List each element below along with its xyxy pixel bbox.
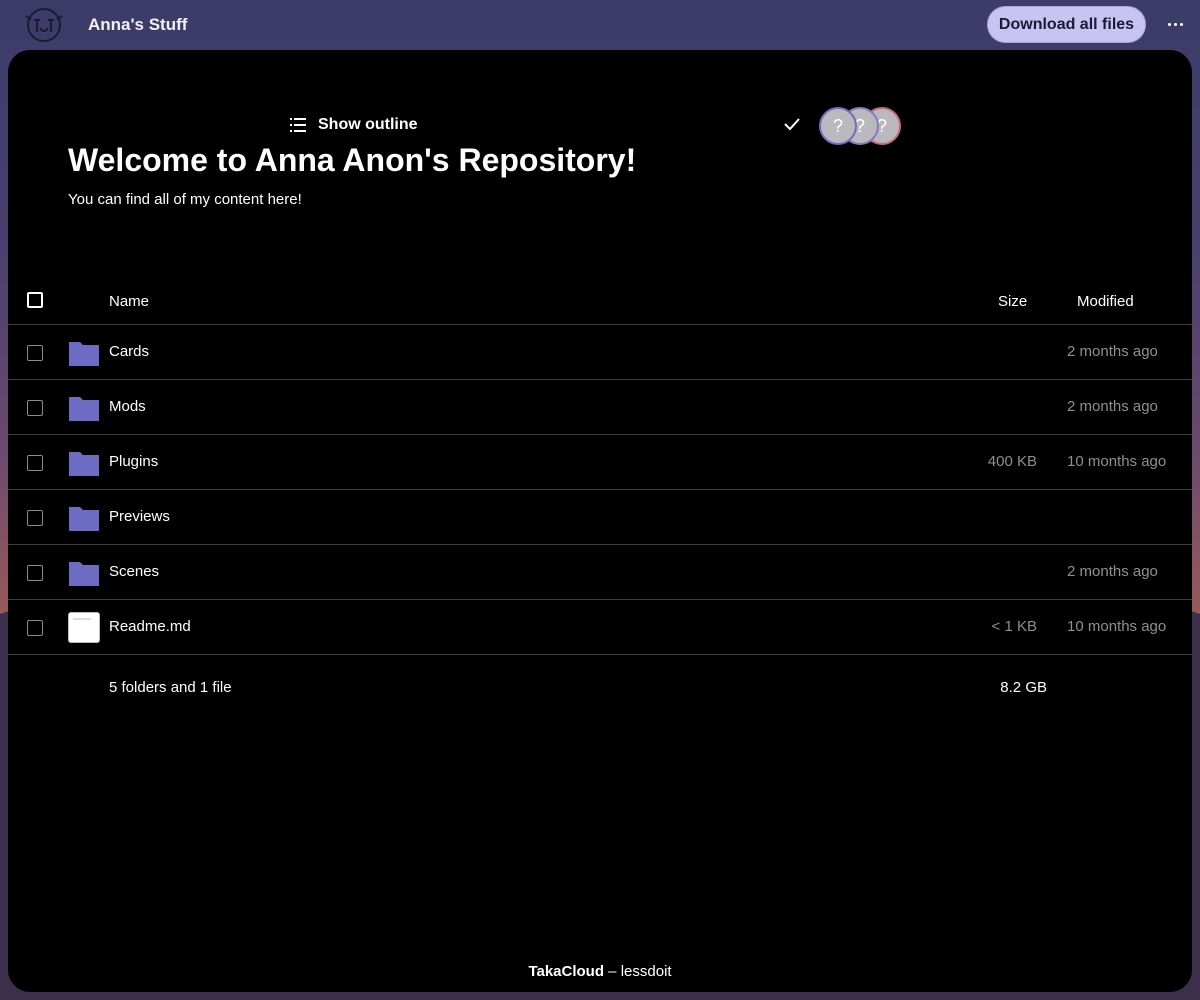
table-row[interactable]: Previews bbox=[8, 490, 1192, 545]
list-icon bbox=[290, 118, 306, 132]
folder-stack-logo-icon[interactable] bbox=[22, 6, 66, 44]
row-checkbox[interactable] bbox=[27, 510, 43, 526]
folder-icon bbox=[69, 342, 99, 366]
footer-tagline: lessdoit bbox=[620, 963, 672, 980]
table-summary: 5 folders and 1 file 8.2 GB bbox=[8, 655, 1192, 721]
folder-icon bbox=[69, 397, 99, 421]
row-name[interactable]: Previews bbox=[109, 508, 170, 525]
checkmark-icon[interactable] bbox=[782, 114, 802, 134]
footer-brand-link[interactable]: TakaCloud bbox=[528, 963, 604, 980]
column-header-size[interactable]: Size bbox=[998, 293, 1027, 310]
top-bar: Anna's Stuff Download all files bbox=[0, 0, 1200, 50]
row-name[interactable]: Cards bbox=[109, 343, 149, 360]
page-title: Welcome to Anna Anon's Repository! bbox=[68, 142, 637, 178]
summary-count: 5 folders and 1 file bbox=[109, 679, 232, 696]
summary-size: 8.2 GB bbox=[1000, 679, 1047, 696]
column-header-name[interactable]: Name bbox=[109, 293, 149, 310]
page-subtitle: You can find all of my content here! bbox=[68, 191, 302, 208]
row-modified: 10 months ago bbox=[1067, 453, 1167, 470]
row-name[interactable]: Plugins bbox=[109, 453, 158, 470]
folder-icon bbox=[69, 562, 99, 586]
table-row[interactable]: Mods 2 months ago bbox=[8, 380, 1192, 435]
row-checkbox[interactable] bbox=[27, 455, 43, 471]
row-modified: 2 months ago bbox=[1067, 343, 1158, 360]
file-table: Name Size Modified Cards 2 months ago Mo… bbox=[8, 275, 1192, 721]
select-all-checkbox[interactable] bbox=[27, 292, 43, 308]
row-checkbox[interactable] bbox=[27, 565, 43, 581]
row-name[interactable]: Scenes bbox=[109, 563, 159, 580]
table-row[interactable]: Readme.md < 1 KB 10 months ago bbox=[8, 600, 1192, 655]
folder-icon bbox=[69, 507, 99, 531]
table-row[interactable]: Plugins 400 KB 10 months ago bbox=[8, 435, 1192, 490]
column-header-modified[interactable]: Modified bbox=[1077, 293, 1134, 310]
file-thumbnail-icon bbox=[68, 612, 100, 643]
footer: TakaCloud – lessdoit bbox=[8, 963, 1192, 980]
row-size: 400 KB bbox=[987, 453, 1037, 470]
download-all-button[interactable]: Download all files bbox=[987, 6, 1146, 43]
footer-separator: – bbox=[604, 963, 621, 980]
collaborator-avatars: ? ? ? bbox=[818, 105, 918, 147]
row-checkbox[interactable] bbox=[27, 345, 43, 361]
show-outline-button[interactable]: Show outline bbox=[282, 110, 426, 140]
row-checkbox[interactable] bbox=[27, 400, 43, 416]
folder-icon bbox=[69, 452, 99, 476]
table-row[interactable]: Scenes 2 months ago bbox=[8, 545, 1192, 600]
row-modified: 2 months ago bbox=[1067, 563, 1158, 580]
table-header: Name Size Modified bbox=[8, 275, 1192, 325]
row-checkbox[interactable] bbox=[27, 620, 43, 636]
main-panel: Show outline ? ? ? Welcome to Anna Anon'… bbox=[8, 50, 1192, 992]
row-size: < 1 KB bbox=[991, 618, 1037, 635]
more-options-icon[interactable] bbox=[1162, 10, 1188, 38]
row-modified: 2 months ago bbox=[1067, 398, 1158, 415]
show-outline-label: Show outline bbox=[318, 116, 418, 133]
row-name[interactable]: Mods bbox=[109, 398, 146, 415]
app-title: Anna's Stuff bbox=[88, 15, 188, 34]
row-name[interactable]: Readme.md bbox=[109, 618, 191, 635]
table-row[interactable]: Cards 2 months ago bbox=[8, 325, 1192, 380]
avatar[interactable]: ? bbox=[819, 107, 857, 145]
row-modified: 10 months ago bbox=[1067, 618, 1167, 635]
